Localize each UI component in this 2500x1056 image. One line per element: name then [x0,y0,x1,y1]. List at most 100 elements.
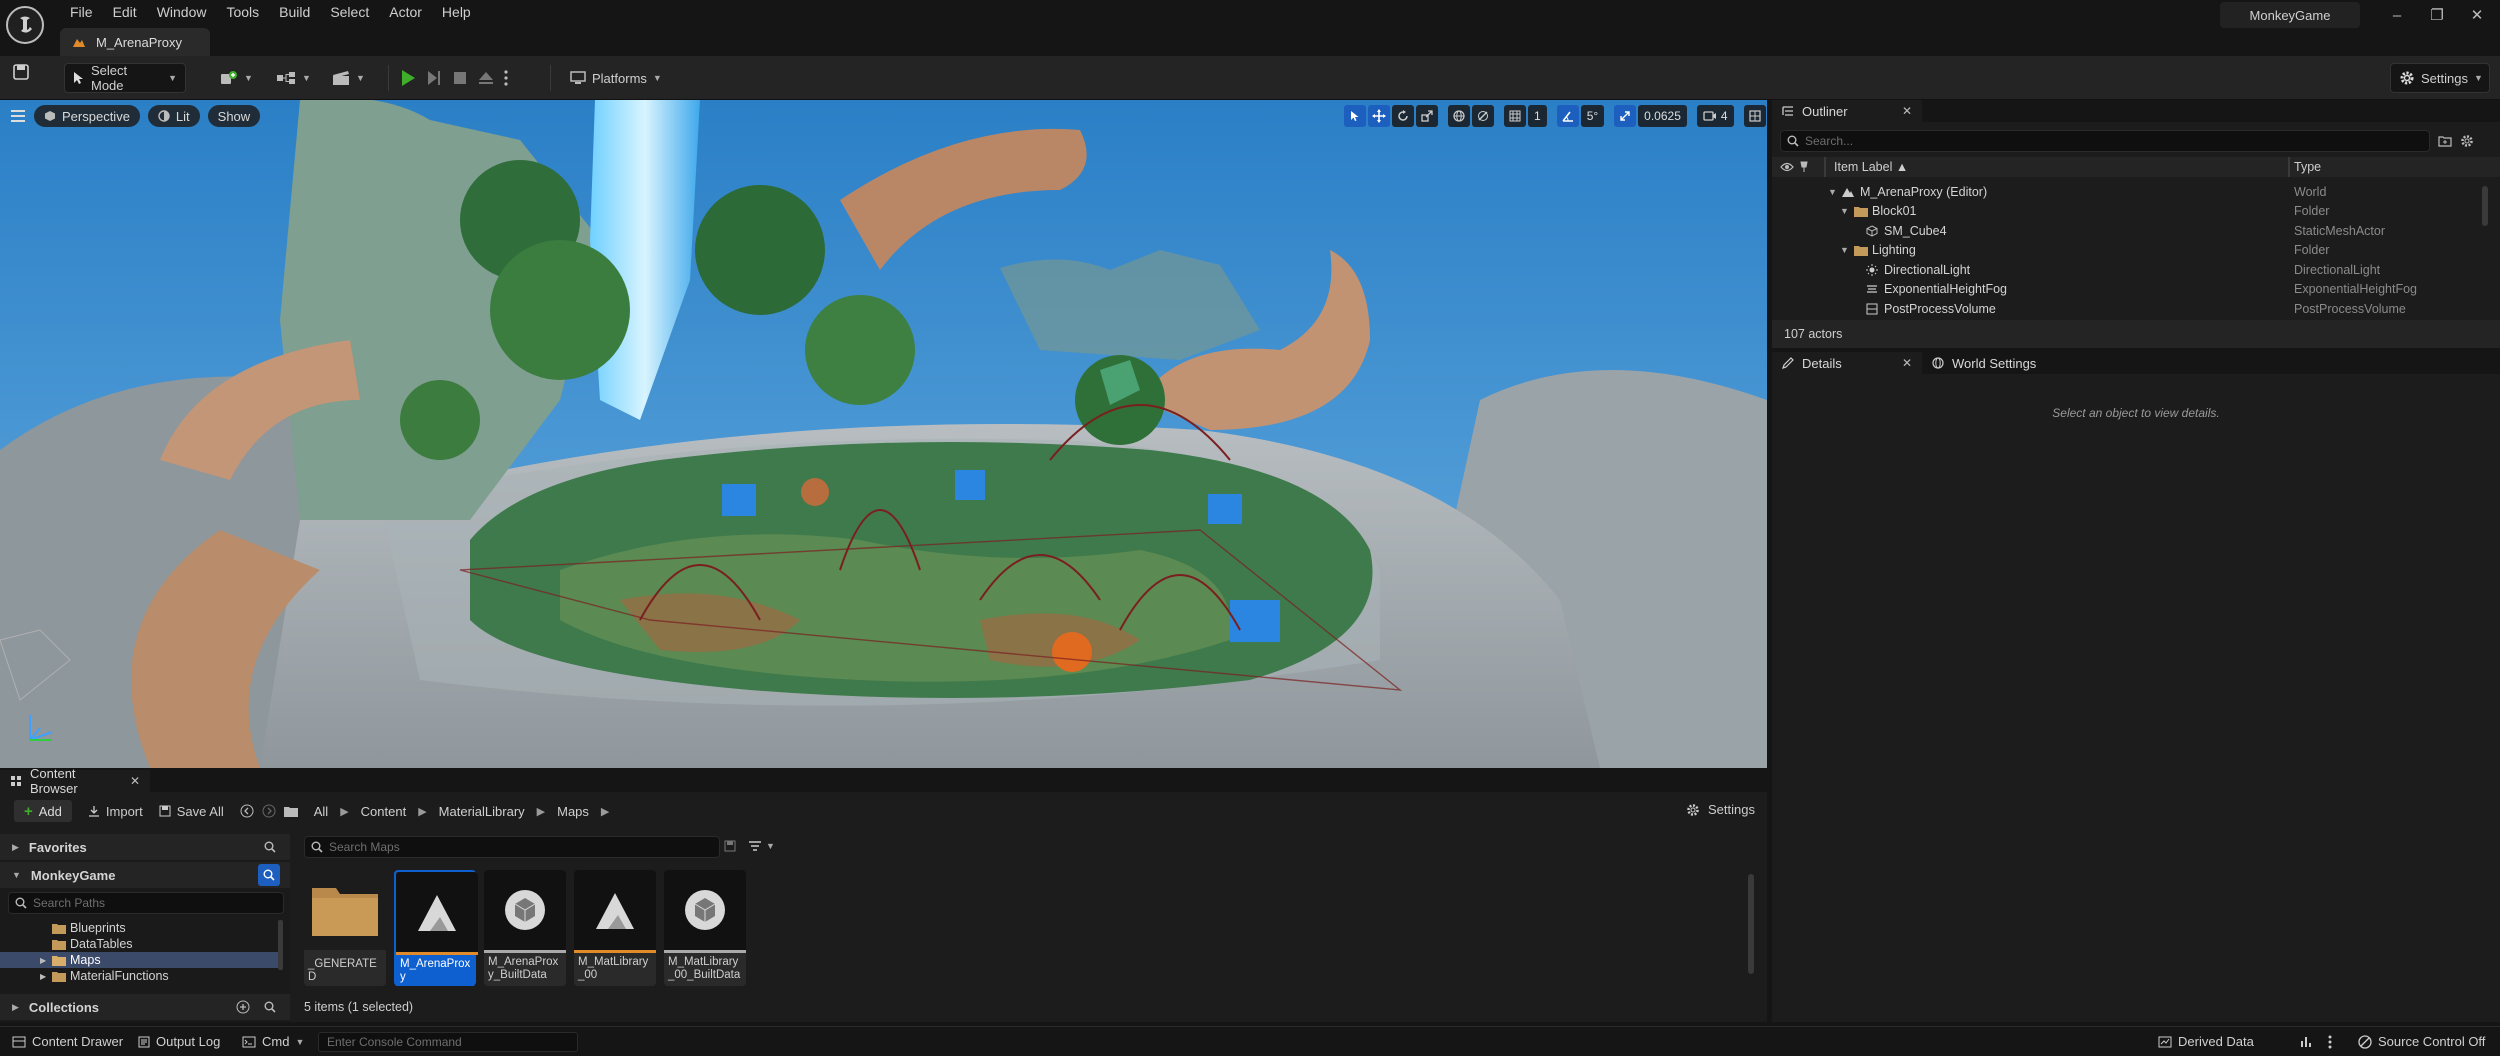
folder-icon[interactable] [283,806,298,817]
cmd-dropdown[interactable]: Cmd ▼ [234,1027,312,1056]
project-header[interactable]: ▼ MonkeyGame [0,862,290,888]
unreal-logo-icon[interactable] [6,6,44,44]
outliner-row[interactable]: PostProcessVolume PostProcessVolume [1772,299,2490,319]
gear-icon[interactable] [2460,134,2474,148]
tab-details[interactable]: Details ✕ [1772,352,1922,374]
content-settings-button[interactable]: Settings [1686,802,1755,817]
save-icon[interactable] [12,63,30,81]
surface-snapping-icon[interactable] [1472,105,1494,127]
camera-speed-button[interactable]: 4 [1696,105,1734,127]
tree-item-materialfunctions[interactable]: ▶ MaterialFunctions [0,968,280,984]
menu-file[interactable]: File [60,0,103,24]
tree-item-datatables[interactable]: DataTables [0,936,280,952]
revision-control-icon[interactable] [2300,1035,2314,1049]
tab-outliner[interactable]: Outliner ✕ [1772,100,1922,122]
breadcrumb-all[interactable]: All [314,804,328,819]
perspective-button[interactable]: Perspective [34,105,140,127]
content-drawer-button[interactable]: Content Drawer [4,1027,131,1056]
asset-tile[interactable]: _GENERATED [304,870,386,986]
search-paths-input[interactable]: Search Paths [8,892,284,914]
search-icon[interactable] [264,841,276,853]
console-command-input[interactable]: Enter Console Command [318,1032,578,1052]
collapsed-arrow-icon[interactable]: ▶ [40,972,46,981]
asset-scrollbar[interactable] [1748,874,1754,974]
import-button[interactable]: Import [88,804,143,819]
chevron-right-icon[interactable]: ▶ [537,805,545,818]
column-type[interactable]: Type [2294,157,2321,177]
collections-header[interactable]: ▶ Collections [0,994,290,1020]
blueprints-button[interactable]: ▼ [268,63,319,93]
eject-icon[interactable] [478,70,494,86]
document-tab[interactable]: M_ArenaProxy [60,28,210,56]
scale-tool-icon[interactable] [1416,105,1438,127]
menu-build[interactable]: Build [269,0,320,24]
tree-item-maps[interactable]: ▶ Maps [0,952,280,968]
outliner-row[interactable]: SM_Cube4 StaticMeshActor [1772,221,2490,241]
outliner-row[interactable]: ▼ Lighting Folder [1772,241,2490,261]
output-log-button[interactable]: Output Log [130,1027,228,1056]
expand-arrow-icon[interactable]: ▼ [1840,206,1849,216]
step-icon[interactable] [426,69,442,87]
outliner-row[interactable]: DirectionalLight DirectionalLight [1772,260,2490,280]
cinematics-button[interactable]: ▼ [324,63,373,93]
expand-arrow-icon[interactable]: ▼ [1828,187,1837,197]
menu-actor[interactable]: Actor [379,0,432,24]
viewport-layout-icon[interactable] [1743,105,1766,127]
expand-arrow-icon[interactable]: ▼ [1840,245,1849,255]
more-options-icon[interactable] [504,70,508,86]
search-assets-input[interactable]: Search Maps [304,836,720,858]
column-item-label[interactable]: Item Label ▲ [1824,157,1908,177]
close-icon[interactable]: ✕ [1902,356,1912,370]
menu-select[interactable]: Select [320,0,379,24]
save-all-button[interactable]: Save All [159,804,224,819]
close-icon[interactable]: ✕ [130,774,140,788]
select-tool-icon[interactable] [1344,105,1366,127]
outliner-row[interactable]: ▼ M_ArenaProxy (Editor) World [1772,182,2490,202]
chevron-right-icon[interactable]: ▶ [601,805,609,818]
collapsed-arrow-icon[interactable]: ▶ [40,956,46,965]
platforms-dropdown[interactable]: Platforms ▼ [562,63,670,93]
level-viewport[interactable] [0,100,1767,768]
add-actor-button[interactable]: ▼ [212,63,261,93]
grid-snap-icon[interactable] [1504,105,1526,127]
favorites-header[interactable]: ▶ Favorites [0,834,290,860]
asset-tile[interactable]: M_MatLibrary_00 [574,870,656,986]
tab-content-browser[interactable]: Content Browser ✕ [0,766,150,796]
close-window-button[interactable]: ✕ [2454,0,2500,30]
translate-tool-icon[interactable] [1368,105,1390,127]
tree-scrollbar[interactable] [278,920,283,970]
asset-tile-selected[interactable]: M_ArenaProxy [394,870,478,986]
menu-tools[interactable]: Tools [216,0,269,24]
tab-world-settings[interactable]: World Settings [1922,352,2072,374]
world-space-icon[interactable] [1448,105,1470,127]
settings-button[interactable]: Settings ▼ [2390,63,2490,93]
breadcrumb-materiallibrary[interactable]: MaterialLibrary [439,804,525,819]
breadcrumb-maps[interactable]: Maps [557,804,589,819]
rotate-tool-icon[interactable] [1392,105,1414,127]
menu-help[interactable]: Help [432,0,481,24]
asset-tile[interactable]: M_MatLibrary_00_BuiltData [664,870,746,986]
filter-button[interactable]: ▼ [748,840,775,852]
back-icon[interactable] [240,804,254,818]
add-button[interactable]: + Add [14,800,72,822]
outliner-scrollbar[interactable] [2482,186,2488,226]
outliner-row[interactable]: ExponentialHeightFog ExponentialHeightFo… [1772,280,2490,300]
add-collection-icon[interactable] [236,1000,250,1014]
show-button[interactable]: Show [207,105,261,127]
rotation-snap-value[interactable]: 5° [1580,105,1605,127]
select-mode-dropdown[interactable]: Select Mode ▼ [64,63,186,93]
chevron-right-icon[interactable]: ▶ [340,805,348,818]
derived-data-button[interactable]: Derived Data [2150,1027,2262,1056]
close-icon[interactable]: ✕ [1902,104,1912,118]
add-folder-icon[interactable] [2438,135,2452,147]
outliner-row[interactable]: ▼ Block01 Folder [1772,202,2490,222]
rotation-snap-icon[interactable] [1556,105,1579,127]
search-icon[interactable] [258,864,280,886]
search-icon[interactable] [264,1001,276,1013]
stop-icon[interactable] [452,70,468,86]
save-search-icon[interactable] [724,840,736,852]
lit-button[interactable]: Lit [147,105,200,127]
menu-window[interactable]: Window [147,0,217,24]
chevron-right-icon[interactable]: ▶ [418,805,426,818]
source-control-button[interactable]: Source Control Off [2350,1027,2493,1056]
